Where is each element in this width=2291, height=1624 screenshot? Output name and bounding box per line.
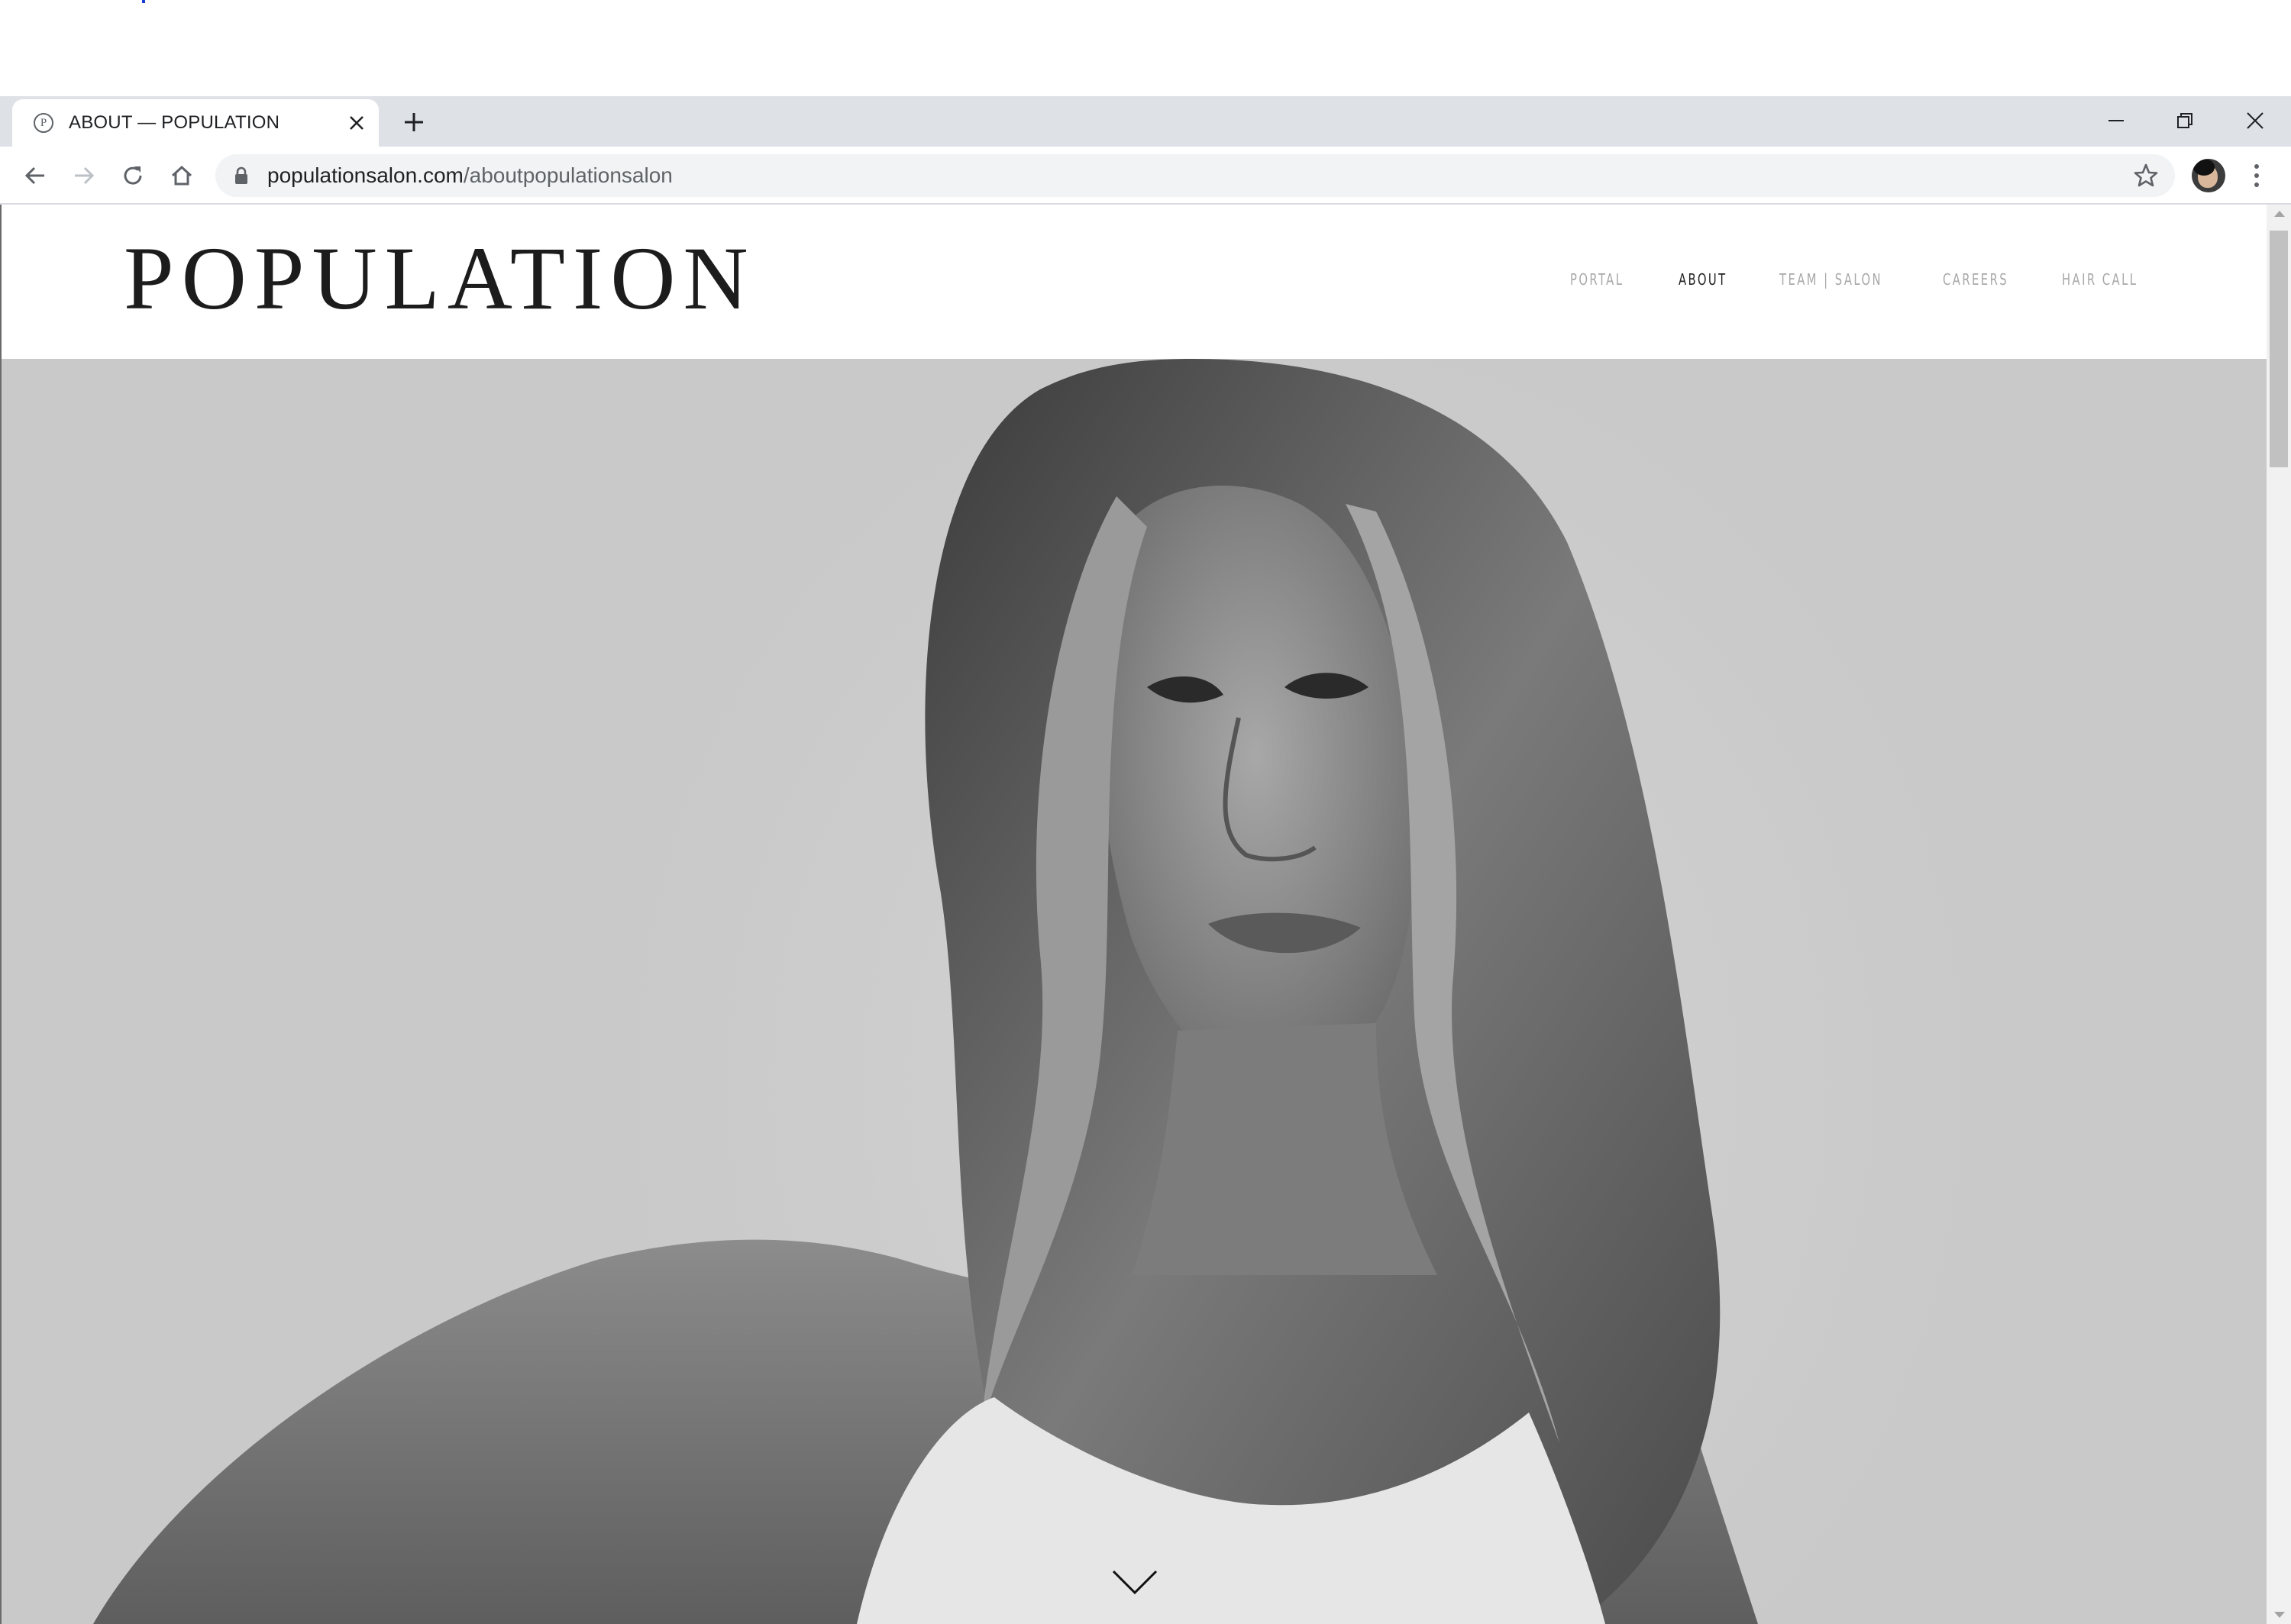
restore-icon[interactable]: [2150, 99, 2219, 142]
favicon-icon: P: [34, 113, 53, 133]
nav-item-portal[interactable]: PORTAL: [1570, 270, 1624, 289]
nav-item-team-salon[interactable]: TEAM | SALON: [1779, 270, 1882, 289]
url-text[interactable]: populationsalon.com/aboutpopulationsalon: [267, 163, 673, 188]
address-bar[interactable]: populationsalon.com/aboutpopulationsalon: [215, 154, 2175, 197]
menu-icon[interactable]: [2245, 159, 2268, 192]
minimize-icon[interactable]: [2082, 99, 2150, 142]
site-logo[interactable]: POPULATION: [124, 234, 756, 324]
profile-avatar[interactable]: [2192, 159, 2225, 192]
browser-toolbar: populationsalon.com/aboutpopulationsalon: [0, 147, 2291, 205]
forward-icon[interactable]: [67, 159, 101, 192]
tab-title: ABOUT — POPULATION: [69, 112, 280, 133]
nav-item-careers[interactable]: CAREERS: [1943, 270, 2008, 289]
page-scrollbar[interactable]: [2267, 205, 2291, 1624]
close-tab-icon[interactable]: [345, 111, 368, 134]
new-tab-icon[interactable]: [399, 107, 429, 137]
reload-icon[interactable]: [116, 159, 150, 192]
nav-item-hair-call[interactable]: HAIR CALL: [2062, 270, 2138, 289]
tab-strip: P ABOUT — POPULATION: [0, 96, 2291, 147]
browser-tab[interactable]: P ABOUT — POPULATION: [12, 99, 379, 147]
url-path: /aboutpopulationsalon: [463, 163, 673, 187]
blue-mark: [142, 0, 145, 3]
scroll-up-arrow[interactable]: [2274, 211, 2285, 217]
site-header: POPULATION PORTAL ABOUT TEAM | SALON CAR…: [2, 205, 2267, 359]
close-window-icon[interactable]: [2221, 99, 2289, 142]
home-icon[interactable]: [165, 159, 199, 192]
hero-image: [2, 359, 2267, 1624]
nav-item-about[interactable]: ABOUT: [1679, 270, 1727, 289]
scroll-down-arrow[interactable]: [2274, 1612, 2285, 1618]
back-icon[interactable]: [18, 159, 52, 192]
desktop-top-area: [0, 0, 2291, 96]
url-domain: populationsalon.com: [267, 163, 464, 187]
scrollbar-thumb[interactable]: [2270, 231, 2288, 467]
hero-photo-illustration: [93, 359, 1758, 1624]
bookmark-star-icon[interactable]: [2132, 162, 2160, 193]
page-viewport: POPULATION PORTAL ABOUT TEAM | SALON CAR…: [0, 205, 2267, 1624]
avatar-hair: [2193, 159, 2215, 176]
lock-icon[interactable]: [234, 166, 249, 189]
